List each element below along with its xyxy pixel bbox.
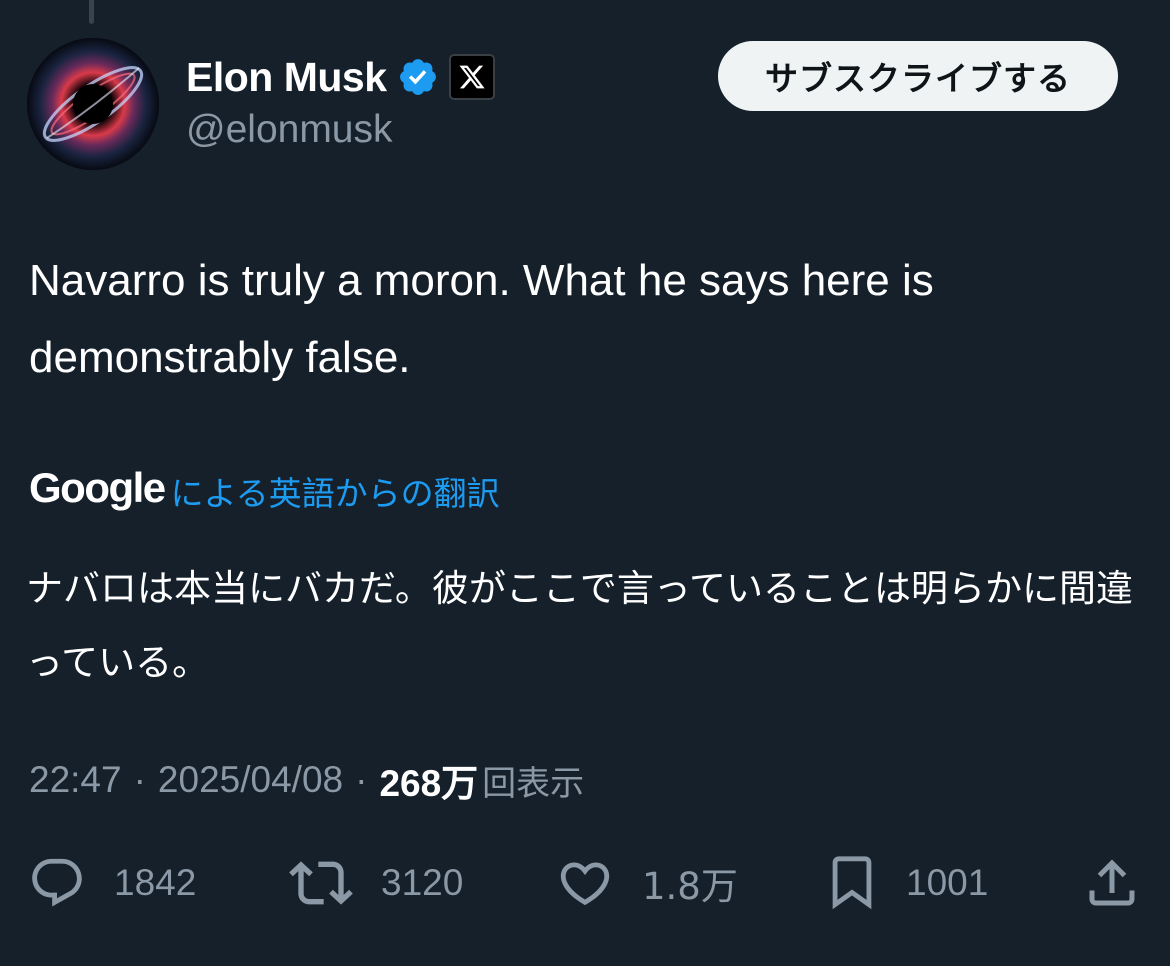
reply-icon <box>28 854 86 912</box>
retweet-icon <box>289 851 353 915</box>
views-label: 回表示 <box>482 763 585 804</box>
meta-separator: · <box>133 759 146 800</box>
reply-count: 1842 <box>114 862 197 903</box>
subscribe-button[interactable]: サブスクライブする <box>718 41 1118 111</box>
author-display-name[interactable]: Elon Musk <box>186 54 387 101</box>
reply-button[interactable]: 1842 <box>28 850 196 916</box>
tweet-meta: 22:47 · 2025/04/08 · 268万 回表示 <box>29 754 584 806</box>
bookmark-button[interactable]: 1001 <box>826 850 988 916</box>
translation-header[interactable]: Google による英語からの翻訳 <box>29 462 500 514</box>
retweet-button[interactable]: 3120 <box>289 850 463 916</box>
author-name-row[interactable]: Elon Musk <box>186 50 495 104</box>
tweet-time[interactable]: 22:47 <box>29 759 122 801</box>
meta-separator: · <box>355 759 368 800</box>
author-handle[interactable]: @elonmusk <box>186 108 393 152</box>
tweet-text: Navarro is truly a moron. What he says h… <box>29 256 934 382</box>
views-count[interactable]: 268万 <box>379 753 482 807</box>
like-count: 1.8万 <box>642 865 738 908</box>
like-button[interactable]: 1.8万 <box>556 850 738 916</box>
translated-text: ナバロは本当にバカだ。彼がここで言っていることは明らかに間違っている。 <box>26 567 1134 684</box>
tweet-date[interactable]: 2025/04/08 <box>158 759 343 801</box>
share-button[interactable] <box>1082 850 1142 916</box>
bookmark-count: 1001 <box>906 862 989 903</box>
heart-icon <box>556 854 614 912</box>
translation-link[interactable]: による英語からの翻訳 <box>171 467 500 515</box>
avatar[interactable] <box>27 38 159 170</box>
google-logo: Google <box>29 464 166 511</box>
share-icon <box>1082 853 1142 913</box>
thread-connector-line <box>89 0 94 24</box>
x-logo-icon <box>448 54 495 100</box>
bookmark-icon <box>826 854 878 912</box>
retweet-count: 3120 <box>381 862 464 903</box>
tweet-actions: 1842 3120 1.8万 1001 <box>0 850 1170 916</box>
verified-badge-icon <box>397 56 439 98</box>
